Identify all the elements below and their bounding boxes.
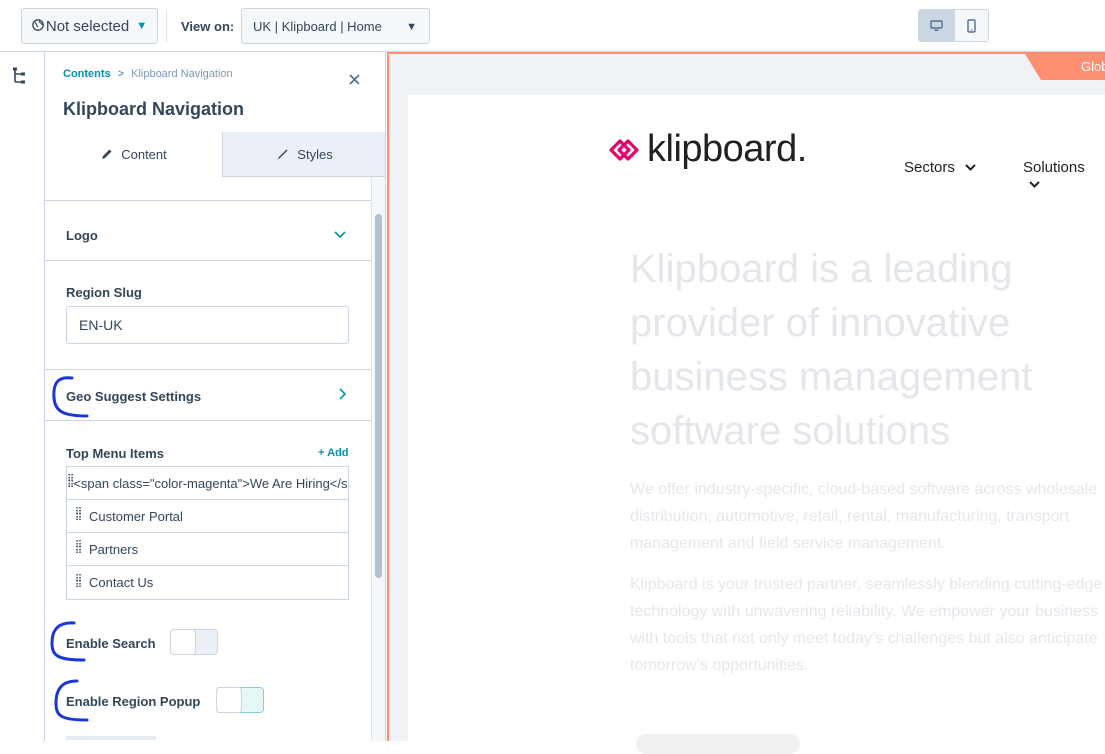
toggle-knob bbox=[170, 629, 196, 655]
annotation-mark bbox=[54, 679, 89, 722]
menu-item-label: Partners bbox=[89, 541, 139, 557]
klipboard-logo: klipboard. bbox=[607, 128, 807, 171]
view-on-label: View on: bbox=[181, 19, 235, 34]
breadcrumb: Contents > Klipboard Navigation bbox=[63, 68, 233, 80]
device-toggle-group bbox=[918, 9, 989, 42]
menu-item-label: Customer Portal bbox=[89, 508, 183, 524]
module-editor-panel: Contents > Klipboard Navigation Klipboard … bbox=[45, 52, 386, 741]
toolbar-divider bbox=[166, 10, 167, 42]
left-rail bbox=[0, 52, 45, 741]
hero-paragraph-2: Klipboard is your trusted partner, seaml… bbox=[630, 576, 1103, 674]
brush-icon bbox=[277, 149, 288, 159]
caret-down-icon: ▼ bbox=[136, 20, 148, 32]
tab-styles-label: Styles bbox=[297, 146, 333, 162]
desktop-icon bbox=[930, 19, 943, 31]
close-icon[interactable] bbox=[349, 72, 360, 90]
klipboard-logo-mark-icon bbox=[609, 138, 639, 161]
chevron-right-icon bbox=[339, 387, 347, 403]
drag-handle-icon[interactable]: ⠿ ⠿ bbox=[67, 574, 89, 590]
toggle-knob bbox=[216, 687, 242, 713]
list-item[interactable]: ⠿ ⠿ Customer Portal bbox=[67, 500, 348, 533]
caret-down-icon: ▼ bbox=[406, 21, 417, 33]
breadcrumb-current: Klipboard Navigation bbox=[131, 68, 233, 80]
panel-scrollbar[interactable] bbox=[371, 177, 385, 741]
language-dropdown[interactable]: Not selected ▼ bbox=[21, 8, 158, 44]
nav-item-solutions[interactable]: Solutions bbox=[1023, 159, 1105, 193]
scrollbar-thumb[interactable] bbox=[375, 214, 382, 578]
breadcrumb-contents-link[interactable]: Contents bbox=[63, 68, 111, 80]
tab-content[interactable]: Content bbox=[45, 132, 223, 177]
nav-item-sectors[interactable]: Sectors bbox=[904, 159, 976, 176]
globe-icon bbox=[32, 18, 44, 35]
mobile-icon bbox=[967, 18, 976, 33]
drag-handle-icon[interactable]: ⠿ ⠿ bbox=[67, 508, 89, 524]
enable-region-popup-toggle[interactable] bbox=[216, 687, 264, 713]
tree-structure-icon[interactable] bbox=[12, 67, 28, 90]
annotation-mark bbox=[50, 621, 86, 662]
top-menu-items-label: Top Menu Items bbox=[66, 446, 164, 461]
next-field-label-cutoff bbox=[66, 736, 156, 740]
logo-section-label: Logo bbox=[66, 228, 98, 243]
drag-handle-icon[interactable]: ⠿ ⠿ bbox=[67, 541, 89, 557]
add-menu-item-button[interactable]: + Add bbox=[318, 447, 348, 459]
enable-search-toggle[interactable] bbox=[170, 629, 218, 655]
view-on-select[interactable]: UK | Klipboard | Home ▼ bbox=[241, 8, 430, 44]
desktop-view-button[interactable] bbox=[919, 10, 954, 41]
top-menu-list: ⠿ ⠿ <span class="color-magenta">We Are Hi… bbox=[66, 466, 349, 600]
menu-item-label: <span class="color-magenta">We Are Hirin… bbox=[73, 475, 348, 491]
cta-button[interactable] bbox=[636, 734, 800, 754]
annotation-mark bbox=[52, 376, 89, 418]
nav-item-label: Solutions bbox=[1023, 159, 1085, 176]
nav-item-label: Sectors bbox=[904, 159, 955, 176]
list-item[interactable]: ⠿ ⠿ <span class="color-magenta">We Are Hi… bbox=[67, 467, 348, 500]
geo-suggest-section[interactable]: Geo Suggest Settings bbox=[45, 370, 371, 421]
chevron-down-icon bbox=[334, 226, 346, 242]
menu-item-label: Contact Us bbox=[89, 575, 154, 590]
tab-styles[interactable]: Styles bbox=[223, 132, 385, 177]
mobile-view-button[interactable] bbox=[953, 10, 988, 41]
language-label: Not selected bbox=[45, 17, 130, 35]
chevron-down-icon bbox=[1029, 181, 1040, 188]
tab-content-label: Content bbox=[121, 147, 167, 162]
chevron-down-icon bbox=[965, 164, 976, 171]
panel-tabs: Content Styles bbox=[45, 132, 385, 177]
hero-paragraph-1: We offer industry-specific, cloud-based … bbox=[630, 481, 1098, 552]
list-item[interactable]: ⠿ ⠿ Contact Us bbox=[67, 566, 348, 599]
top-toolbar: Not selected ▼ View on: UK | Klipboard |… bbox=[0, 0, 1105, 52]
logo-wordmark: klipboard. bbox=[647, 128, 807, 170]
panel-title: Klipboard Navigation bbox=[63, 99, 245, 119]
logo-section[interactable]: Logo bbox=[45, 200, 371, 261]
region-slug-label: Region Slug bbox=[66, 285, 142, 300]
hero-heading: Klipboard is a leading provider of innov… bbox=[630, 247, 1033, 453]
list-item[interactable]: ⠿ ⠿ Partners bbox=[67, 533, 348, 566]
region-slug-input[interactable]: EN-UK bbox=[66, 306, 349, 344]
breadcrumb-separator: > bbox=[117, 68, 125, 80]
view-on-value: UK | Klipboard | Home bbox=[253, 19, 382, 34]
pencil-icon bbox=[102, 149, 112, 159]
